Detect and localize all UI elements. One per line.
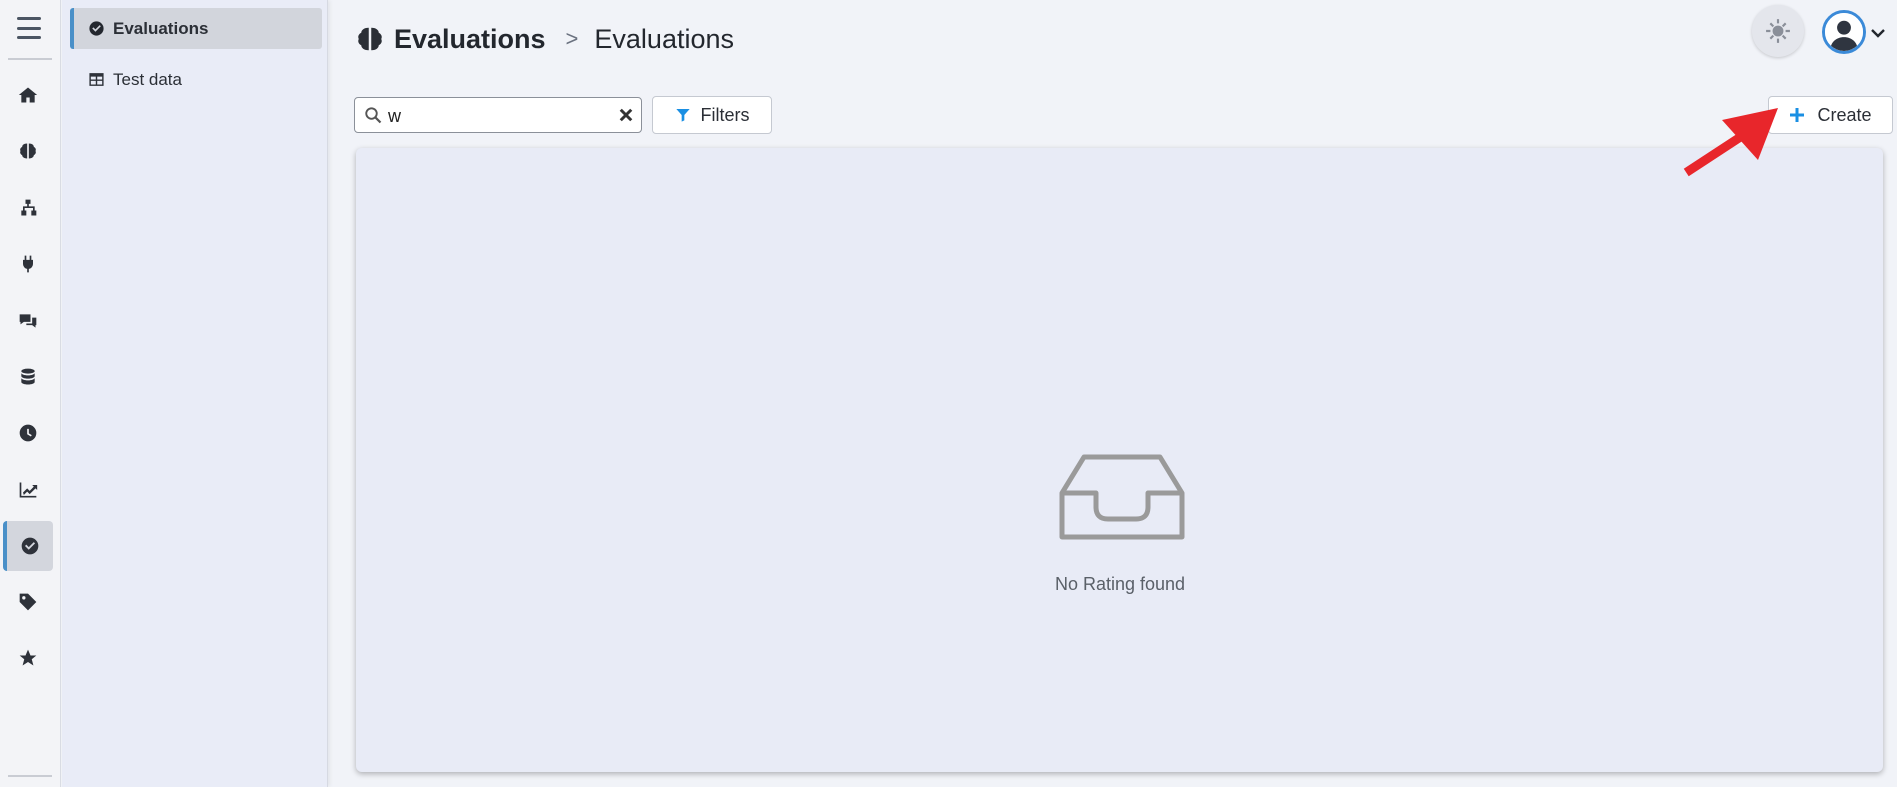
icon-rail [0,0,61,787]
rail-item-home[interactable] [3,70,53,120]
user-avatar[interactable] [1822,10,1866,54]
filters-button[interactable]: Filters [652,96,772,134]
rail-divider [8,58,52,60]
sun-icon [1766,19,1790,43]
filter-icon [675,109,690,122]
check-circle-icon [89,21,104,36]
clear-search-icon[interactable] [617,106,635,124]
rail-item-history[interactable] [3,408,53,458]
filters-label: Filters [700,104,750,125]
table-icon [89,73,104,86]
plus-icon [1790,108,1805,122]
tag-icon [19,593,37,611]
sitemap-icon [21,199,37,216]
check-circle-icon [21,537,39,555]
search-icon [365,107,382,124]
annotation-arrow [1683,108,1778,177]
page-title: Evaluations [594,23,734,54]
chat-icon [19,314,37,328]
brain-icon [358,27,382,51]
subnav-item-test-data[interactable]: Test data [70,59,322,100]
rail-item-tags[interactable] [3,577,53,627]
breadcrumb: Evaluations > Evaluations [354,20,734,58]
rail-item-models[interactable] [3,126,53,176]
theme-toggle-button[interactable] [1752,5,1804,57]
rail-item-chat[interactable] [3,296,53,346]
breadcrumb-separator: > [565,26,579,51]
empty-state-message: No Rating found [1054,574,1186,594]
create-label: Create [1817,104,1872,125]
rail-item-data[interactable] [3,352,53,402]
clock-icon [19,424,37,442]
plug-icon [23,255,33,273]
subnav-item-label: Test data [113,69,182,89]
user-icon [1825,13,1863,51]
search-input[interactable] [388,103,608,127]
chart-icon [19,482,38,498]
subnav-item-evaluations[interactable]: Evaluations [70,8,322,49]
section-sidebar: Evaluations Test data [62,0,328,787]
search-box [354,97,642,133]
menu-icon[interactable] [17,17,41,39]
chevron-down-icon[interactable] [1870,25,1886,41]
rail-item-favorites[interactable] [3,633,53,683]
rail-item-workflows[interactable] [3,183,53,233]
inbox-icon [1059,454,1185,540]
rail-item-evaluations[interactable] [3,521,53,571]
subnav-item-label: Evaluations [113,18,209,38]
star-icon [19,649,37,666]
rail-item-integrations[interactable] [3,239,53,289]
rail-divider-bottom [8,775,52,777]
home-icon [18,87,38,103]
rail-item-analytics[interactable] [3,465,53,515]
database-icon [21,368,35,385]
brain-icon [20,143,36,159]
breadcrumb-root[interactable]: Evaluations [394,24,546,55]
